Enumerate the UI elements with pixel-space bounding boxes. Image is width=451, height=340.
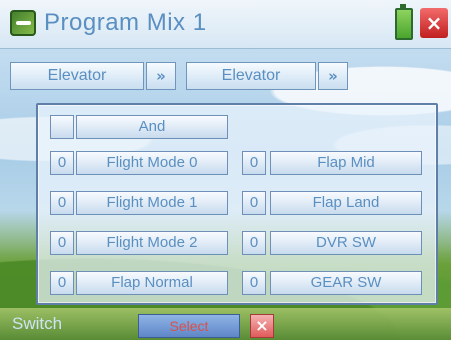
screen: Program Mix 1 × Elevator » Elevator » An…	[0, 0, 451, 340]
battery-icon	[395, 4, 413, 40]
page-title: Program Mix 1	[44, 9, 207, 36]
flight-mode-1-button[interactable]: Flight Mode 1	[76, 191, 228, 215]
flap-land-button[interactable]: Flap Land	[270, 191, 422, 215]
and-checkbox[interactable]	[50, 115, 74, 139]
flap-mid-value[interactable]: 0	[242, 151, 266, 175]
destination-next-arrow-button[interactable]: »	[318, 62, 348, 90]
title-bar: Program Mix 1 ×	[0, 0, 451, 49]
source-channel-button[interactable]: Elevator	[10, 62, 144, 90]
switch-selection-panel: And 0 Flight Mode 0 0 Flight Mode 1 0 Fl…	[36, 103, 438, 305]
flap-mid-button[interactable]: Flap Mid	[270, 151, 422, 175]
flight-mode-0-value[interactable]: 0	[50, 151, 74, 175]
dvr-sw-value[interactable]: 0	[242, 231, 266, 255]
channel-select-row: Elevator » Elevator »	[10, 62, 430, 90]
switch-label: Switch	[12, 314, 63, 333]
bottom-bar: Switch Select ×	[0, 308, 451, 340]
flap-normal-value[interactable]: 0	[50, 271, 74, 295]
flight-mode-1-value[interactable]: 0	[50, 191, 74, 215]
dvr-sw-button[interactable]: DVR SW	[270, 231, 422, 255]
flight-mode-0-button[interactable]: Flight Mode 0	[76, 151, 228, 175]
close-icon[interactable]: ×	[420, 8, 448, 38]
select-button[interactable]: Select	[138, 314, 240, 338]
flap-normal-button[interactable]: Flap Normal	[76, 271, 228, 295]
destination-channel-button[interactable]: Elevator	[186, 62, 316, 90]
clear-select-button[interactable]: ×	[250, 314, 274, 338]
flight-mode-2-value[interactable]: 0	[50, 231, 74, 255]
source-next-arrow-button[interactable]: »	[146, 62, 176, 90]
flight-mode-2-button[interactable]: Flight Mode 2	[76, 231, 228, 255]
gear-sw-button[interactable]: GEAR SW	[270, 271, 422, 295]
and-button[interactable]: And	[76, 115, 228, 139]
app-icon	[10, 10, 36, 36]
gear-sw-value[interactable]: 0	[242, 271, 266, 295]
flap-land-value[interactable]: 0	[242, 191, 266, 215]
